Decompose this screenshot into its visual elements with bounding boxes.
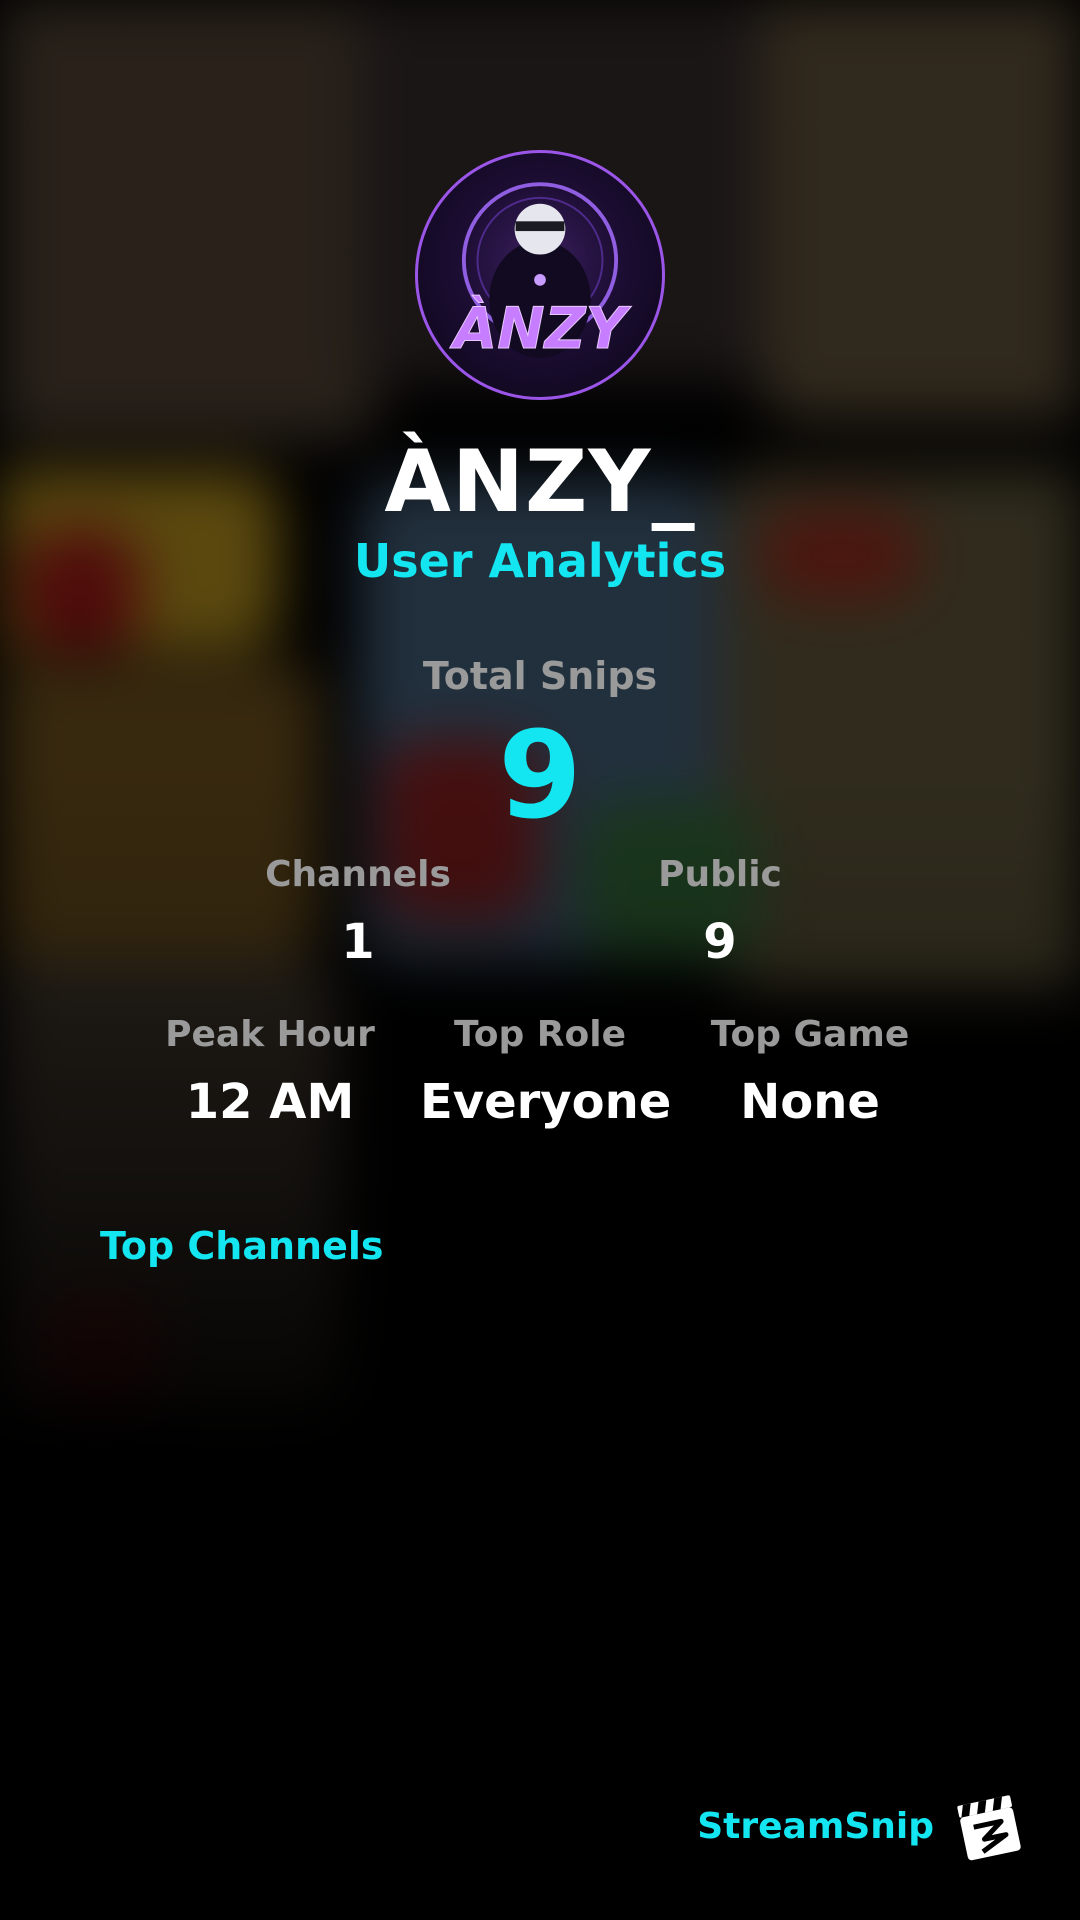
total-snips-label: Total Snips bbox=[422, 654, 658, 698]
stat-top-role: Top Role Everyone bbox=[420, 1010, 672, 1132]
brand-footer: StreamSnip bbox=[697, 1790, 1026, 1864]
stat-value: None bbox=[740, 1074, 880, 1130]
stat-label: Channels bbox=[265, 854, 451, 895]
stat-label: Public bbox=[658, 854, 782, 895]
stat-label: Top Game bbox=[710, 1014, 910, 1055]
username: ÀNZY_ bbox=[384, 432, 696, 532]
clapperboard-icon bbox=[957, 1795, 1021, 1861]
svg-text:ÀNZY: ÀNZY bbox=[449, 294, 631, 362]
stat-value: 1 bbox=[341, 914, 375, 970]
avatar: ÀNZY bbox=[415, 150, 665, 400]
stat-channels: Channels 1 bbox=[238, 850, 478, 972]
page-subtitle: User Analytics bbox=[353, 534, 727, 588]
stat-value: 9 bbox=[703, 914, 737, 970]
total-snips-value: 9 bbox=[498, 707, 582, 846]
analytics-card: ÀNZY ÀNZY_ User Analytics Total Snips 9 … bbox=[0, 0, 1080, 1920]
stat-public: Public 9 bbox=[600, 850, 840, 972]
stat-top-game: Top Game None bbox=[690, 1010, 930, 1132]
top-channels-heading: Top Channels bbox=[100, 1224, 384, 1268]
brand-name: StreamSnip bbox=[697, 1806, 934, 1847]
stat-peak-hour: Peak Hour 12 AM bbox=[150, 1010, 390, 1132]
stat-label: Top Role bbox=[453, 1014, 627, 1055]
avatar-image: ÀNZY bbox=[449, 182, 632, 363]
stat-label: Peak Hour bbox=[165, 1014, 375, 1055]
stat-value: Everyone bbox=[420, 1074, 672, 1130]
stat-value: 12 AM bbox=[185, 1074, 355, 1130]
